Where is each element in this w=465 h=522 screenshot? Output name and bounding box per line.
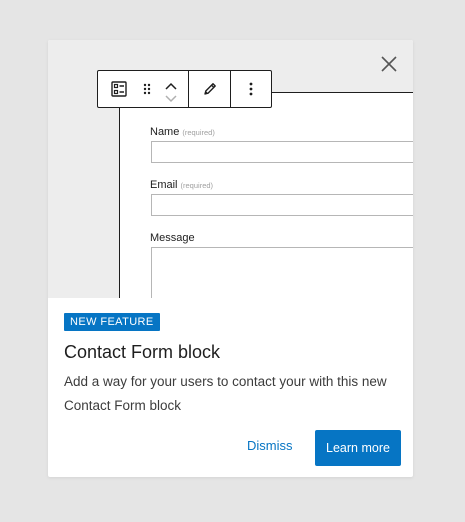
more-options-icon[interactable] [231,71,271,107]
email-field-label: Email (required) [150,179,213,191]
message-textarea [151,247,413,298]
email-input [151,194,413,216]
toolbar-more-group [231,71,271,107]
block-toolbar [97,70,272,108]
form-block-icon [98,71,140,107]
name-label-text: Name [150,126,180,138]
feature-preview: Name (required) Email (required) Message [48,40,413,298]
guide-title: Contact Form block [64,342,221,362]
move-buttons [154,71,188,107]
move-down-icon[interactable] [163,91,179,103]
email-required-note: (required) [180,181,214,190]
close-icon[interactable] [378,53,400,75]
name-field-label: Name (required) [150,126,215,138]
email-label-text: Email [150,179,178,191]
new-feature-badge: NEW FEATURE [64,313,160,331]
pencil-icon[interactable] [189,71,230,107]
learn-more-button[interactable]: Learn more [315,430,401,466]
dismiss-button[interactable]: Dismiss [247,438,293,453]
toolbar-edit-group [189,71,231,107]
name-input [151,141,413,163]
drag-handle-icon[interactable] [140,71,154,107]
name-required-note: (required) [182,128,215,137]
toolbar-block-group [98,71,189,107]
move-up-icon[interactable] [163,78,179,90]
feature-guide-card: Name(required) Email(required) Message [48,40,413,477]
guide-description: Add a way for your users to contact your… [64,374,387,413]
message-label-text: Message [150,232,195,244]
message-field-label: Message [150,232,195,244]
contact-form-preview: Name (required) Email (required) Message [119,92,413,298]
